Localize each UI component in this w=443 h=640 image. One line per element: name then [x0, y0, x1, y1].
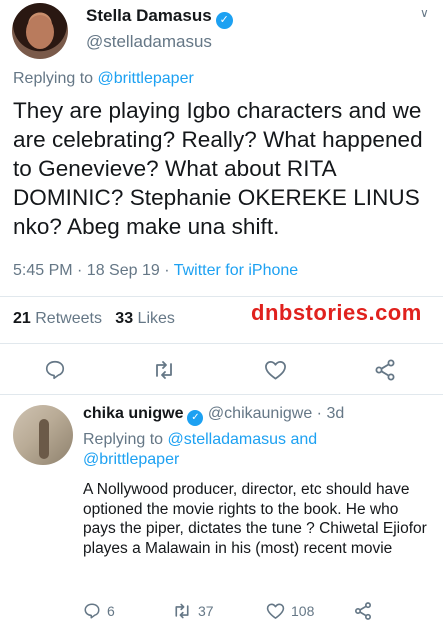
- likes-count: 33: [115, 310, 134, 327]
- heart-icon: [265, 360, 286, 380]
- reply-tweet-text: A Nollywood producer, director, etc shou…: [83, 481, 427, 557]
- reply-author-handle[interactable]: @chikaunigwe · 3d: [208, 405, 344, 422]
- verified-icon: ✓: [187, 410, 204, 426]
- chevron-down-icon[interactable]: ∨: [420, 6, 429, 20]
- reply-icon: [84, 603, 100, 619]
- timestamp: 5:45 PM · 18 Sep 19 ·: [13, 262, 174, 279]
- heart-icon: [266, 603, 285, 619]
- like-count: 108: [291, 603, 315, 619]
- share-icon: [375, 359, 395, 381]
- retweet-icon: [156, 361, 172, 379]
- avatar[interactable]: [13, 405, 73, 465]
- avatar[interactable]: [12, 3, 68, 59]
- source-link[interactable]: Twitter for iPhone: [174, 262, 299, 279]
- replying-to: Replying to @brittlepaper: [13, 70, 194, 88]
- verified-icon: ✓: [215, 12, 233, 29]
- main-tweet: Stella Damasus ✓ @stelladamasus ∨ Replyin…: [0, 0, 443, 392]
- reply-button[interactable]: [44, 359, 66, 381]
- author-name-text[interactable]: Stella Damasus: [86, 6, 212, 25]
- author-handle[interactable]: @stelladamasus: [86, 32, 212, 52]
- retweet-count: 37: [198, 603, 214, 619]
- watermark: dnbstories.com: [251, 300, 422, 325]
- retweets-label: Retweets: [35, 310, 102, 327]
- share-icon: [355, 602, 371, 620]
- tweet-meta: 5:45 PM · 18 Sep 19 · Twitter for iPhone: [13, 262, 298, 280]
- retweet-icon: [175, 603, 189, 619]
- retweet-button[interactable]: [152, 359, 176, 381]
- tweet-text: They are playing Igbo characters and we …: [13, 98, 423, 239]
- engagement-stats: 21 Retweets 33 Likes: [13, 310, 175, 328]
- retweets-stat[interactable]: 21 Retweets: [13, 310, 102, 327]
- retweets-count: 21: [13, 310, 31, 327]
- reply-author-line: chika unigwe ✓ @chikaunigwe · 3d: [83, 405, 344, 426]
- reply-tweet[interactable]: chika unigwe ✓ @chikaunigwe · 3d Replying…: [0, 395, 443, 640]
- divider: [0, 343, 443, 344]
- like-button[interactable]: [264, 359, 287, 381]
- like-button[interactable]: 108: [266, 602, 314, 620]
- replying-handle-link[interactable]: @brittlepaper: [98, 70, 194, 87]
- replying-prefix: Replying to: [13, 70, 94, 87]
- reply-button[interactable]: 6: [83, 602, 115, 620]
- replying-to: Replying to @stelladamasus and @brittlep…: [83, 430, 383, 470]
- share-button[interactable]: [353, 601, 373, 621]
- likes-stat[interactable]: 33 Likes: [115, 310, 175, 327]
- divider: [0, 296, 443, 297]
- retweet-button[interactable]: 37: [172, 602, 214, 620]
- share-button[interactable]: [373, 358, 397, 382]
- likes-label: Likes: [137, 310, 175, 327]
- reply-count: 6: [107, 603, 115, 619]
- reply-author-name[interactable]: chika unigwe: [83, 405, 183, 422]
- author-name[interactable]: Stella Damasus ✓: [86, 6, 233, 29]
- replying-prefix: Replying to: [83, 431, 164, 448]
- reply-icon: [45, 360, 65, 380]
